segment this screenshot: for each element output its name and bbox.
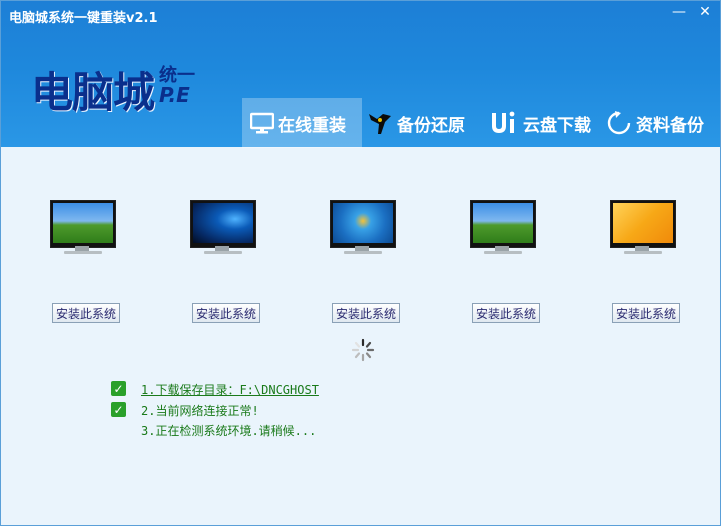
system-preview-win7 bbox=[330, 200, 396, 256]
window-title: 电脑城系统一键重装v2.1 bbox=[9, 11, 158, 26]
tab-label: 云盘下载 bbox=[523, 115, 591, 136]
system-preview-win10 bbox=[190, 200, 256, 256]
loading-spinner-icon bbox=[350, 337, 376, 363]
mascot-icon bbox=[367, 110, 393, 136]
installer-window: 电脑城系统一键重装v2.1 — ✕ 电脑城 统一 P.E 在线重装 备份还原 云… bbox=[0, 0, 721, 526]
install-system-button-4[interactable]: 安装此系统 bbox=[472, 303, 540, 323]
tab-backup-restore[interactable]: 备份还原 bbox=[367, 98, 465, 148]
logo-pe-text: P.E bbox=[159, 83, 190, 107]
tab-label: 在线重装 bbox=[278, 115, 346, 136]
system-preview-xp-2 bbox=[470, 200, 536, 256]
ui-logo-icon bbox=[489, 110, 519, 136]
minimize-button[interactable]: — bbox=[669, 4, 689, 20]
install-system-button-3[interactable]: 安装此系统 bbox=[332, 303, 400, 323]
install-system-button-1[interactable]: 安装此系统 bbox=[52, 303, 120, 323]
status-check-icon-2: ✓ bbox=[111, 402, 126, 417]
tab-label: 备份还原 bbox=[397, 115, 465, 136]
system-preview-win8 bbox=[610, 200, 676, 256]
refresh-icon bbox=[606, 110, 632, 136]
monitor-icon bbox=[250, 112, 274, 134]
logo-main-text: 电脑城 bbox=[31, 68, 155, 117]
tab-online-reinstall[interactable]: 在线重装 bbox=[242, 98, 362, 148]
download-dir-link[interactable]: 1.下载保存目录：F:\DNCGHOST bbox=[141, 381, 319, 398]
install-system-button-5[interactable]: 安装此系统 bbox=[612, 303, 680, 323]
status-check-icon-1: ✓ bbox=[111, 381, 126, 396]
environment-check-text: 3.正在检测系统环境.请稍候... bbox=[141, 424, 317, 438]
network-status-text: 2.当前网络连接正常! bbox=[141, 404, 259, 418]
header-banner: 电脑城系统一键重装v2.1 — ✕ 电脑城 统一 P.E 在线重装 备份还原 云… bbox=[1, 1, 720, 148]
system-preview-xp bbox=[50, 200, 116, 256]
tab-cloud-download[interactable]: 云盘下载 bbox=[489, 98, 591, 148]
tab-data-backup[interactable]: 资料备份 bbox=[606, 98, 704, 148]
tab-label: 资料备份 bbox=[636, 115, 704, 136]
close-button[interactable]: ✕ bbox=[695, 4, 715, 20]
install-system-button-2[interactable]: 安装此系统 bbox=[192, 303, 260, 323]
